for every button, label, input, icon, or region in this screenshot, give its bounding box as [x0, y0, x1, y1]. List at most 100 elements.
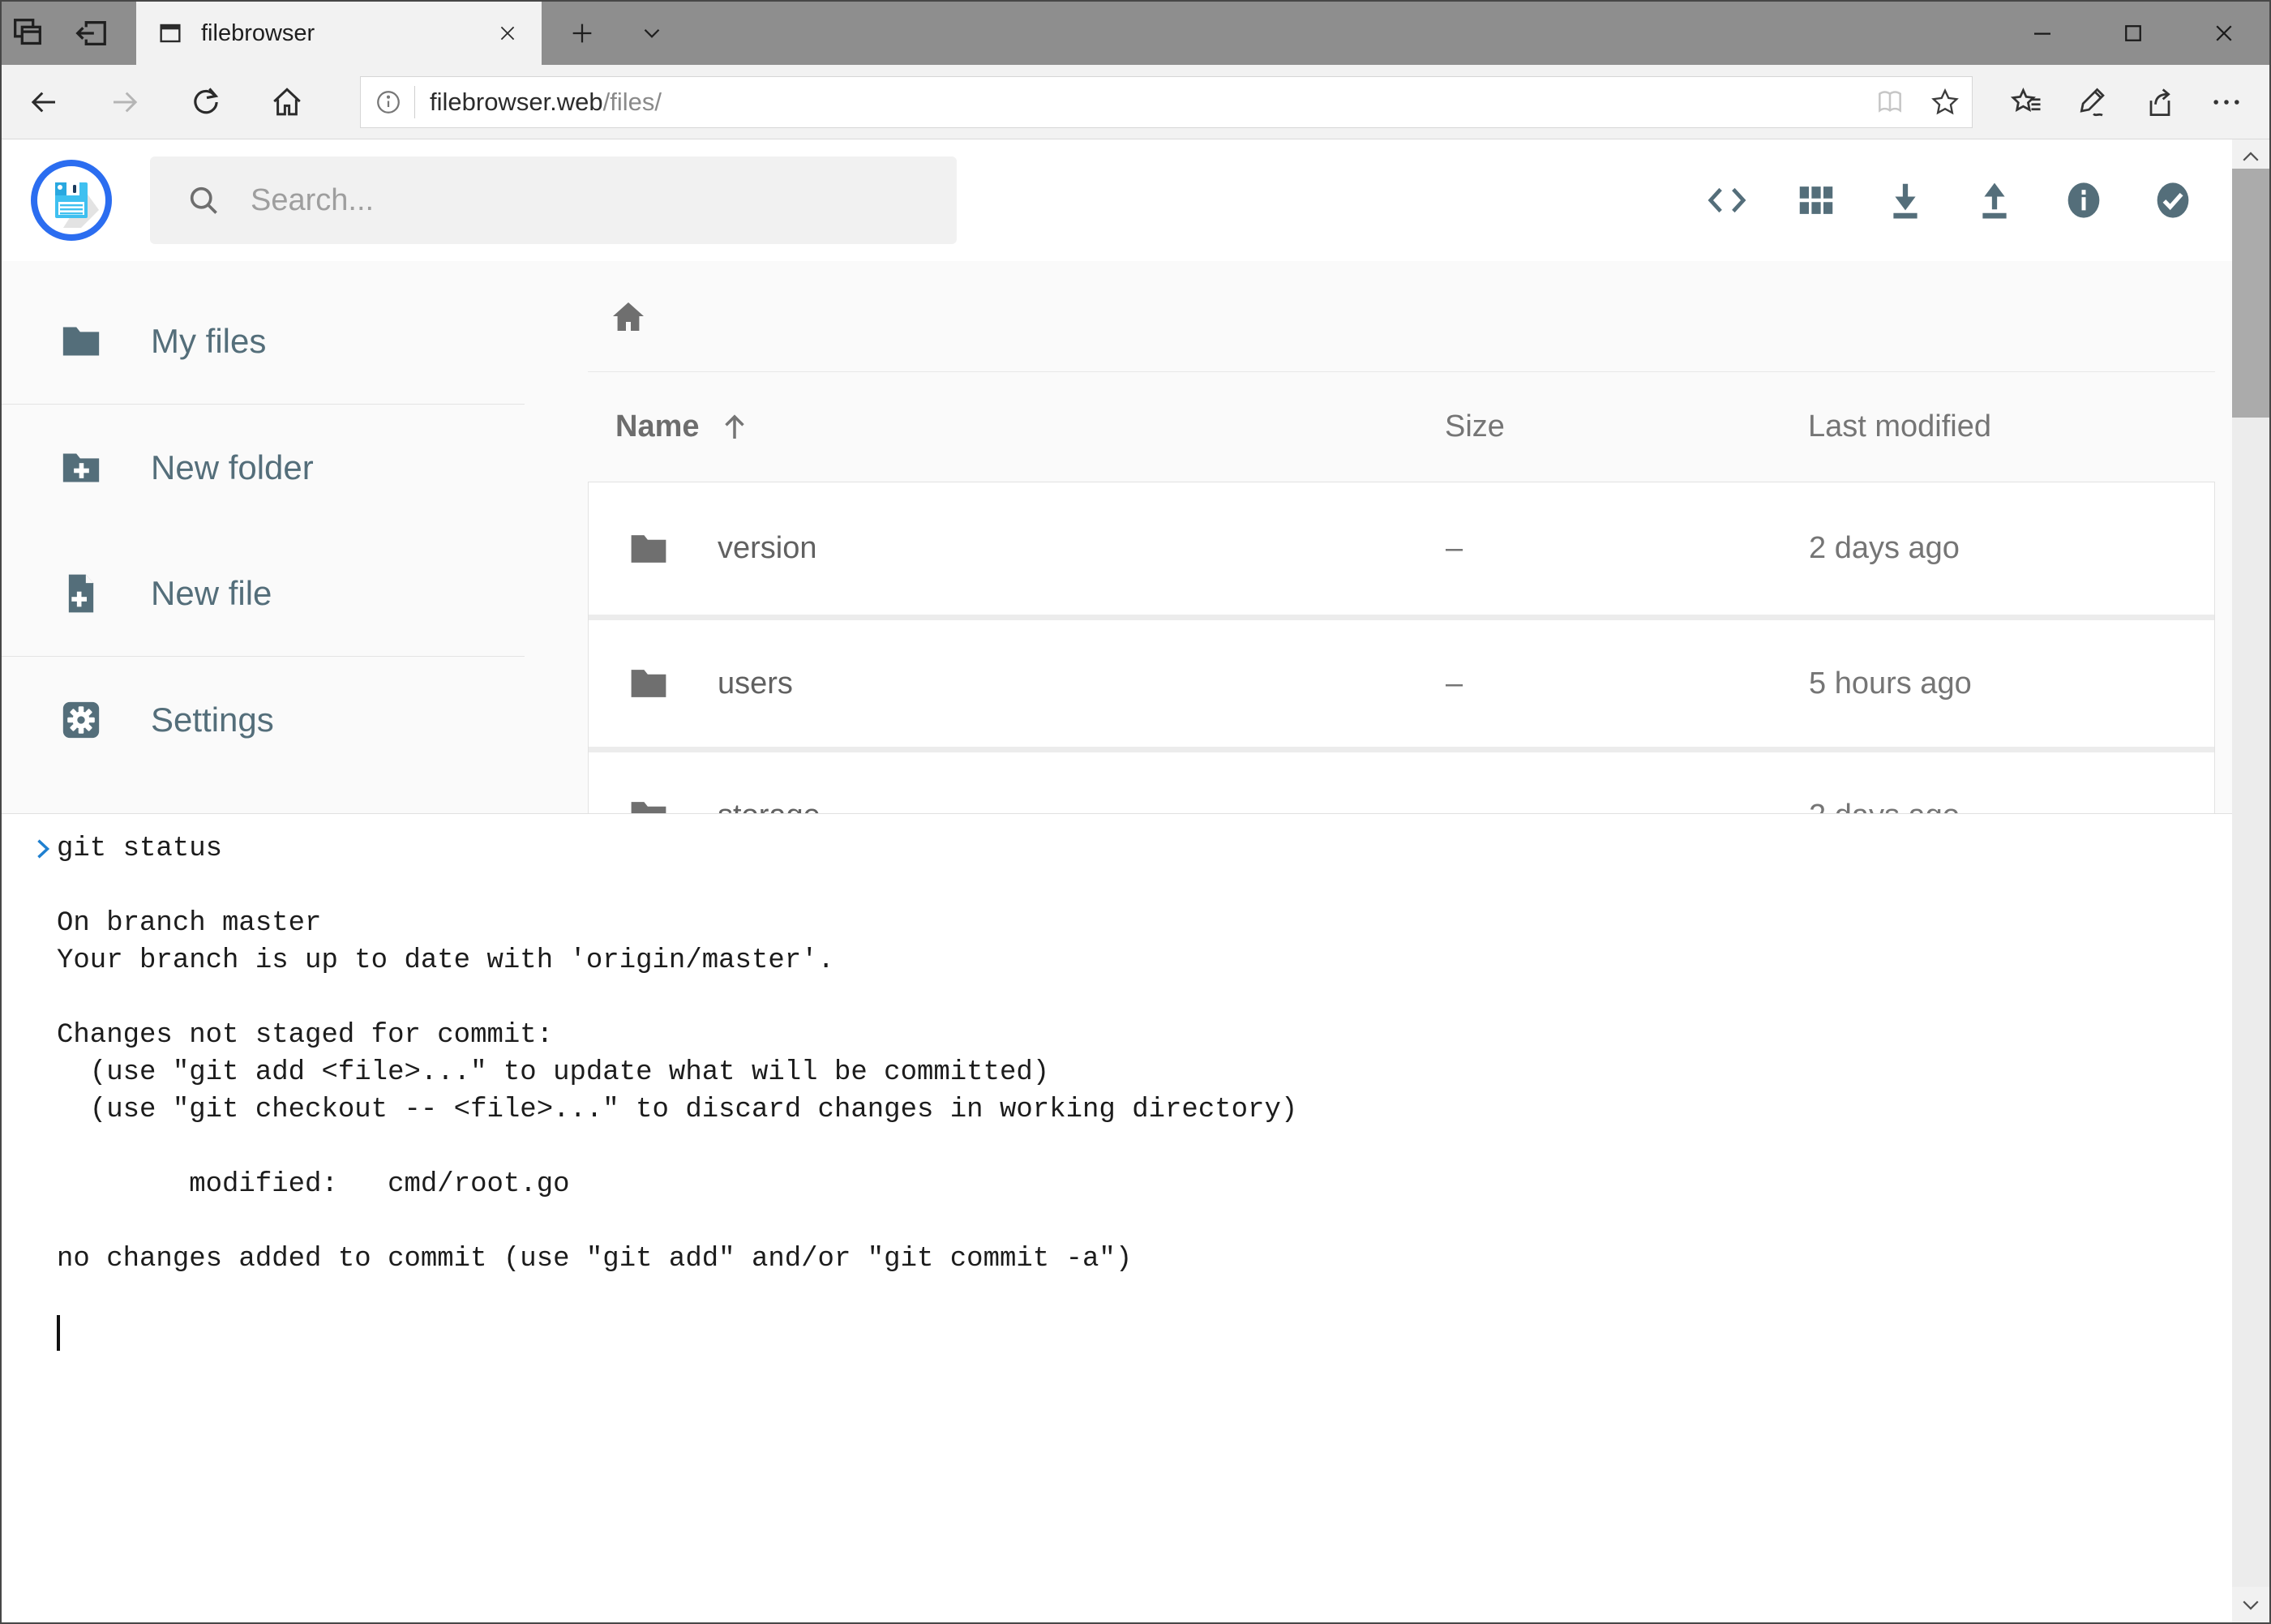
sidebar-item-label: New folder: [151, 448, 314, 487]
info-button[interactable]: [2061, 178, 2106, 223]
file-size: –: [1418, 531, 1781, 566]
maximize-button[interactable]: [2088, 2, 2179, 65]
breadcrumb: [588, 261, 2215, 371]
file-size: –: [1418, 666, 1781, 701]
new-tab-button[interactable]: [556, 2, 608, 65]
chevron-down-icon: [2239, 1592, 2263, 1617]
favorite-star-icon[interactable]: [1930, 87, 1960, 118]
terminal-panel[interactable]: git status On branch master Your branch …: [2, 813, 2232, 1622]
page-scrollbar[interactable]: [2232, 139, 2269, 1622]
raw-code-button[interactable]: [1704, 178, 1750, 223]
terminal-line: [57, 1129, 2232, 1166]
sidebar-item-new-file[interactable]: New file: [2, 530, 525, 656]
folder-icon: [58, 319, 104, 364]
favorites-hub-icon: [2009, 84, 2045, 120]
home-icon[interactable]: [609, 297, 648, 336]
minimize-button[interactable]: [1997, 2, 2088, 65]
upload-button[interactable]: [1972, 178, 2017, 223]
page-content: Search...: [2, 139, 2269, 1622]
file-name: version: [718, 531, 817, 566]
file-row-users[interactable]: users – 5 hours ago: [589, 615, 2214, 747]
listing-header: Name Size Last modified: [588, 372, 2215, 482]
maximize-icon: [2121, 21, 2145, 45]
select-button[interactable]: [2150, 178, 2196, 223]
filebrowser-logo: [31, 160, 112, 241]
column-label: Name: [615, 409, 700, 444]
check-circle-icon: [2151, 178, 2195, 222]
home-button[interactable]: [246, 65, 328, 139]
column-header-modified[interactable]: Last modified: [1780, 409, 2215, 444]
browser-window: filebrowser: [0, 0, 2271, 1624]
address-bar-actions: [1853, 87, 1960, 118]
prompt-chevron-icon: [28, 833, 58, 864]
chevron-down-icon: [638, 19, 666, 47]
grid-view-button[interactable]: [1793, 178, 1839, 223]
share-button[interactable]: [2127, 71, 2193, 134]
url-text[interactable]: filebrowser.web/files/: [430, 88, 1853, 117]
column-header-name[interactable]: Name: [588, 409, 1417, 444]
file-modified: 2 days ago: [1781, 531, 2214, 566]
code-icon: [1705, 178, 1749, 222]
sidebar-item-label: Settings: [151, 701, 274, 739]
web-notes-button[interactable]: [2060, 71, 2127, 134]
window-controls: [1997, 2, 2269, 65]
terminal-command: git status: [57, 830, 2232, 868]
page-icon: [157, 20, 183, 46]
home-icon: [270, 85, 304, 119]
tab-list-button[interactable]: [626, 2, 678, 65]
sidebar-item-label: My files: [151, 322, 266, 361]
forward-icon: [108, 85, 142, 119]
more-options-button[interactable]: [2193, 71, 2260, 134]
browser-toolbar: filebrowser.web/files/: [2, 65, 2269, 139]
terminal-line: On branch master: [57, 905, 2232, 942]
share-icon: [2142, 84, 2178, 120]
sidebar-item-new-folder[interactable]: New folder: [2, 405, 525, 530]
plus-icon: [568, 19, 596, 47]
site-info-icon[interactable]: [374, 88, 403, 117]
title-bar: filebrowser: [2, 2, 2269, 65]
refresh-button[interactable]: [165, 65, 246, 139]
chevron-up-icon: [2239, 145, 2263, 169]
set-tabs-aside-icon: [72, 15, 109, 52]
terminal-line: (use "git add <file>..." to update what …: [57, 1054, 2232, 1091]
close-window-button[interactable]: [2179, 2, 2269, 65]
sidebar-item-settings[interactable]: Settings: [2, 657, 525, 782]
sidebar-item-my-files[interactable]: My files: [2, 278, 525, 404]
sidebar-item-label: New file: [151, 574, 272, 613]
tab-preview-icon: [9, 15, 46, 52]
scrollbar-thumb[interactable]: [2232, 169, 2269, 418]
back-icon: [27, 85, 61, 119]
folder-icon: [627, 527, 671, 571]
file-row-version[interactable]: version – 2 days ago: [589, 482, 2214, 615]
tab-title: filebrowser: [201, 20, 490, 47]
favorites-hub-button[interactable]: [1994, 71, 2060, 134]
back-button[interactable]: [3, 65, 84, 139]
scroll-down-button[interactable]: [2232, 1587, 2269, 1622]
folder-plus-icon: [58, 445, 104, 491]
minimize-icon: [2030, 21, 2055, 45]
terminal-cursor-line: [57, 1315, 2232, 1352]
app-header: Search...: [2, 139, 2269, 261]
tab-preview-button[interactable]: [2, 2, 54, 65]
address-divider: [414, 86, 415, 118]
folder-icon: [627, 662, 671, 705]
tab-close-button[interactable]: [490, 15, 525, 51]
app-actions: [1704, 178, 2196, 223]
download-button[interactable]: [1883, 178, 1928, 223]
terminal-line: [57, 1278, 2232, 1315]
column-header-size[interactable]: Size: [1417, 409, 1780, 444]
file-name: users: [718, 666, 793, 701]
web-notes-pen-icon: [2076, 84, 2111, 120]
address-bar[interactable]: filebrowser.web/files/: [360, 76, 1973, 128]
set-tabs-aside-button[interactable]: [65, 2, 117, 65]
forward-button[interactable]: [84, 65, 165, 139]
browser-tab[interactable]: filebrowser: [136, 2, 542, 65]
terminal-line: Your branch is up to date with 'origin/m…: [57, 942, 2232, 979]
gear-icon: [58, 697, 104, 743]
text-cursor: [57, 1315, 60, 1351]
terminal-line: modified: cmd/root.go: [57, 1166, 2232, 1203]
file-plus-icon: [58, 571, 104, 616]
toolbar-right-icons: [1994, 71, 2260, 134]
search-input[interactable]: Search...: [150, 156, 957, 244]
reading-view-icon[interactable]: [1875, 87, 1905, 118]
